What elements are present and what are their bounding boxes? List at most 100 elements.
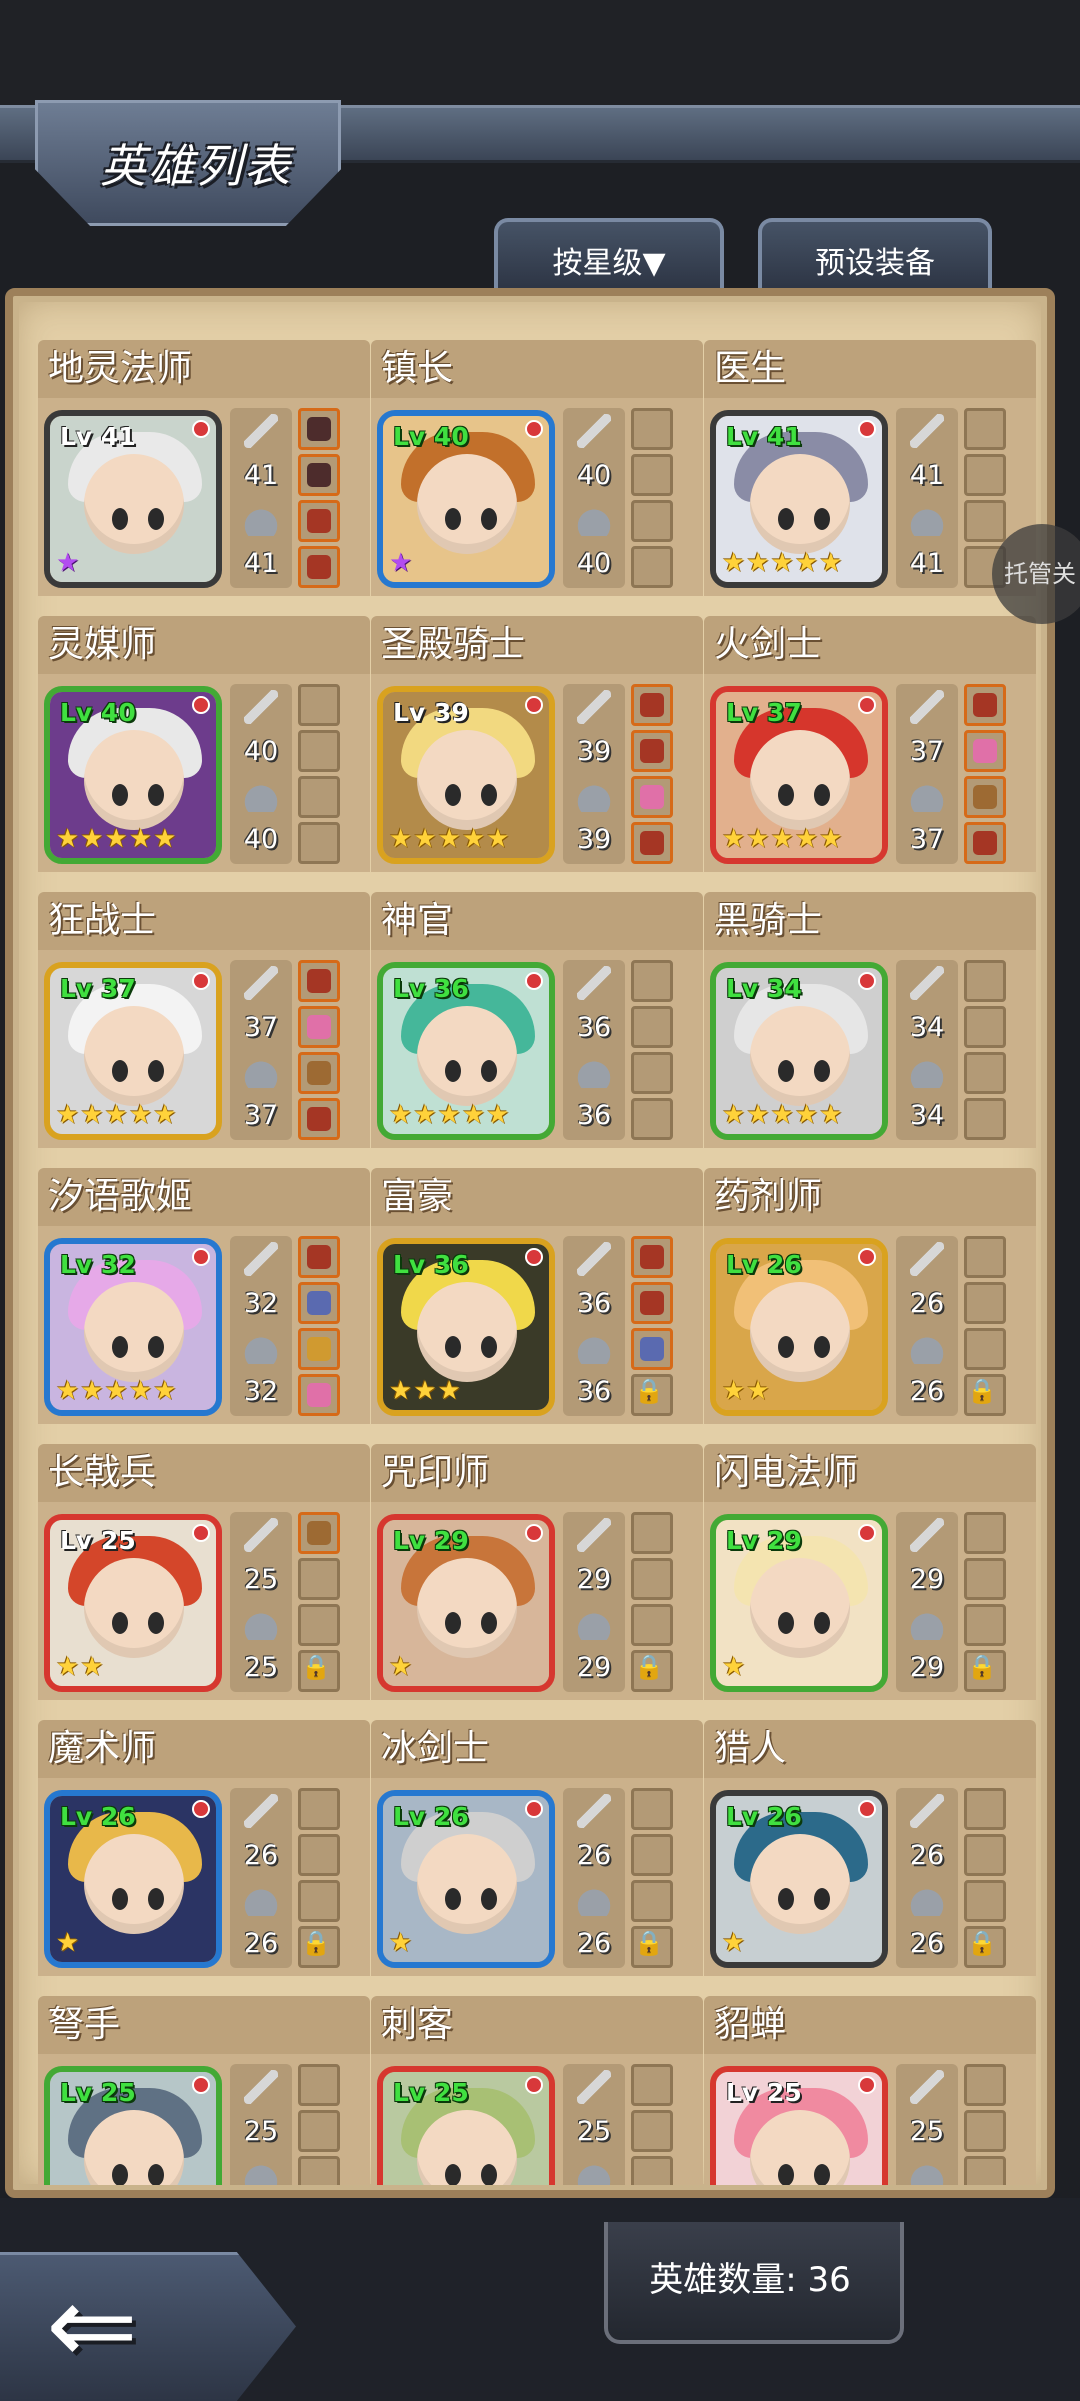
preset-equipment-button[interactable]: 预设装备 bbox=[758, 218, 992, 298]
equipment-item-icon[interactable] bbox=[298, 1098, 340, 1140]
empty-equipment-slot[interactable] bbox=[964, 1236, 1006, 1278]
hero-card[interactable]: 富豪 Lv 36 ★ ★ ★ 36 36 bbox=[371, 1168, 703, 1424]
hero-portrait[interactable]: Lv 37 ★ ★ ★ ★ ★ bbox=[44, 962, 222, 1140]
locked-slot-icon[interactable] bbox=[964, 1926, 1006, 1968]
equipment-item-icon[interactable] bbox=[964, 776, 1006, 818]
equipment-item-icon[interactable] bbox=[298, 1328, 340, 1370]
empty-equipment-slot[interactable] bbox=[964, 2110, 1006, 2152]
locked-slot-icon[interactable] bbox=[631, 1374, 673, 1416]
empty-equipment-slot[interactable] bbox=[964, 2156, 1006, 2185]
empty-equipment-slot[interactable] bbox=[964, 1006, 1006, 1048]
hero-card[interactable]: 黑骑士 Lv 34 ★ ★ ★ ★ ★ 34 34 bbox=[704, 892, 1036, 1148]
back-button[interactable] bbox=[0, 2252, 296, 2401]
empty-equipment-slot[interactable] bbox=[964, 1098, 1006, 1140]
empty-equipment-slot[interactable] bbox=[964, 1880, 1006, 1922]
hero-card[interactable]: 魔术师 Lv 26 ★ 26 26 bbox=[38, 1720, 370, 1976]
equipment-item-icon[interactable] bbox=[964, 822, 1006, 864]
empty-equipment-slot[interactable] bbox=[964, 1604, 1006, 1646]
equipment-item-icon[interactable] bbox=[631, 1236, 673, 1278]
locked-slot-icon[interactable] bbox=[631, 1650, 673, 1692]
hero-portrait[interactable]: Lv 25 ★ ★ bbox=[44, 1514, 222, 1692]
hero-portrait[interactable]: Lv 41 ★ bbox=[44, 410, 222, 588]
equipment-item-icon[interactable] bbox=[631, 1282, 673, 1324]
empty-equipment-slot[interactable] bbox=[631, 1006, 673, 1048]
empty-equipment-slot[interactable] bbox=[964, 500, 1006, 542]
equipment-item-icon[interactable] bbox=[631, 822, 673, 864]
empty-equipment-slot[interactable] bbox=[631, 408, 673, 450]
empty-equipment-slot[interactable] bbox=[298, 2110, 340, 2152]
hero-card[interactable]: 医生 Lv 41 ★ ★ ★ ★ ★ 41 41 bbox=[704, 340, 1036, 596]
locked-slot-icon[interactable] bbox=[964, 1650, 1006, 1692]
empty-equipment-slot[interactable] bbox=[631, 1558, 673, 1600]
empty-equipment-slot[interactable] bbox=[631, 1788, 673, 1830]
empty-equipment-slot[interactable] bbox=[631, 1052, 673, 1094]
empty-equipment-slot[interactable] bbox=[964, 1328, 1006, 1370]
empty-equipment-slot[interactable] bbox=[964, 1834, 1006, 1876]
hero-card[interactable]: 刺客 Lv 25 25 bbox=[371, 1996, 703, 2185]
hero-card[interactable]: 镇长 Lv 40 ★ 40 40 bbox=[371, 340, 703, 596]
locked-slot-icon[interactable] bbox=[298, 1650, 340, 1692]
hero-portrait[interactable]: Lv 36 ★ ★ ★ bbox=[377, 1238, 555, 1416]
hero-portrait[interactable]: Lv 40 ★ ★ ★ ★ ★ bbox=[44, 686, 222, 864]
empty-equipment-slot[interactable] bbox=[631, 2156, 673, 2185]
empty-equipment-slot[interactable] bbox=[631, 546, 673, 588]
hero-portrait[interactable]: Lv 36 ★ ★ ★ ★ ★ bbox=[377, 962, 555, 1140]
empty-equipment-slot[interactable] bbox=[631, 2064, 673, 2106]
hero-portrait[interactable]: Lv 25 bbox=[710, 2066, 888, 2185]
empty-equipment-slot[interactable] bbox=[298, 1604, 340, 1646]
empty-equipment-slot[interactable] bbox=[631, 2110, 673, 2152]
locked-slot-icon[interactable] bbox=[298, 1926, 340, 1968]
empty-equipment-slot[interactable] bbox=[631, 960, 673, 1002]
equipment-item-icon[interactable] bbox=[631, 776, 673, 818]
hero-card[interactable]: 药剂师 Lv 26 ★ ★ 26 26 bbox=[704, 1168, 1036, 1424]
equipment-item-icon[interactable] bbox=[298, 1006, 340, 1048]
equipment-item-icon[interactable] bbox=[631, 730, 673, 772]
hero-card[interactable]: 圣殿骑士 Lv 39 ★ ★ ★ ★ ★ 39 39 bbox=[371, 616, 703, 872]
hero-card[interactable]: 咒印师 Lv 29 ★ 29 29 bbox=[371, 1444, 703, 1700]
empty-equipment-slot[interactable] bbox=[298, 2064, 340, 2106]
hero-portrait[interactable]: Lv 26 ★ ★ bbox=[710, 1238, 888, 1416]
hero-card[interactable]: 闪电法师 Lv 29 ★ 29 29 bbox=[704, 1444, 1036, 1700]
hero-portrait[interactable]: Lv 26 ★ bbox=[710, 1790, 888, 1968]
empty-equipment-slot[interactable] bbox=[964, 454, 1006, 496]
hero-card[interactable]: 火剑士 Lv 37 ★ ★ ★ ★ ★ 37 37 bbox=[704, 616, 1036, 872]
empty-equipment-slot[interactable] bbox=[964, 960, 1006, 1002]
hero-card[interactable]: 地灵法师 Lv 41 ★ 41 41 bbox=[38, 340, 370, 596]
equipment-item-icon[interactable] bbox=[298, 408, 340, 450]
empty-equipment-slot[interactable] bbox=[964, 2064, 1006, 2106]
hero-card[interactable]: 汐语歌姬 Lv 32 ★ ★ ★ ★ ★ 32 32 bbox=[38, 1168, 370, 1424]
hero-portrait[interactable]: Lv 39 ★ ★ ★ ★ ★ bbox=[377, 686, 555, 864]
hero-card[interactable]: 猎人 Lv 26 ★ 26 26 bbox=[704, 1720, 1036, 1976]
locked-slot-icon[interactable] bbox=[964, 1374, 1006, 1416]
empty-equipment-slot[interactable] bbox=[964, 1558, 1006, 1600]
equipment-item-icon[interactable] bbox=[298, 454, 340, 496]
hero-portrait[interactable]: Lv 34 ★ ★ ★ ★ ★ bbox=[710, 962, 888, 1140]
hero-portrait[interactable]: Lv 29 ★ bbox=[377, 1514, 555, 1692]
hero-portrait[interactable]: Lv 26 ★ bbox=[44, 1790, 222, 1968]
hero-portrait[interactable]: Lv 37 ★ ★ ★ ★ ★ bbox=[710, 686, 888, 864]
equipment-item-icon[interactable] bbox=[298, 546, 340, 588]
hero-card[interactable]: 神官 Lv 36 ★ ★ ★ ★ ★ 36 36 bbox=[371, 892, 703, 1148]
empty-equipment-slot[interactable] bbox=[298, 776, 340, 818]
hero-portrait[interactable]: Lv 40 ★ bbox=[377, 410, 555, 588]
empty-equipment-slot[interactable] bbox=[298, 1834, 340, 1876]
hero-card[interactable]: 弩手 Lv 25 25 bbox=[38, 1996, 370, 2185]
hero-card[interactable]: 狂战士 Lv 37 ★ ★ ★ ★ ★ 37 37 bbox=[38, 892, 370, 1148]
empty-equipment-slot[interactable] bbox=[631, 1512, 673, 1554]
equipment-item-icon[interactable] bbox=[631, 1328, 673, 1370]
empty-equipment-slot[interactable] bbox=[964, 1788, 1006, 1830]
empty-equipment-slot[interactable] bbox=[631, 1098, 673, 1140]
empty-equipment-slot[interactable] bbox=[631, 454, 673, 496]
hero-card[interactable]: 长戟兵 Lv 25 ★ ★ 25 25 bbox=[38, 1444, 370, 1700]
equipment-item-icon[interactable] bbox=[298, 500, 340, 542]
empty-equipment-slot[interactable] bbox=[964, 1512, 1006, 1554]
empty-equipment-slot[interactable] bbox=[631, 1834, 673, 1876]
equipment-item-icon[interactable] bbox=[298, 1282, 340, 1324]
empty-equipment-slot[interactable] bbox=[298, 684, 340, 726]
empty-equipment-slot[interactable] bbox=[964, 1052, 1006, 1094]
empty-equipment-slot[interactable] bbox=[298, 1558, 340, 1600]
hero-card[interactable]: 貂蝉 Lv 25 25 bbox=[704, 1996, 1036, 2185]
hero-portrait[interactable]: Lv 25 bbox=[377, 2066, 555, 2185]
hero-portrait[interactable]: Lv 32 ★ ★ ★ ★ ★ bbox=[44, 1238, 222, 1416]
locked-slot-icon[interactable] bbox=[631, 1926, 673, 1968]
